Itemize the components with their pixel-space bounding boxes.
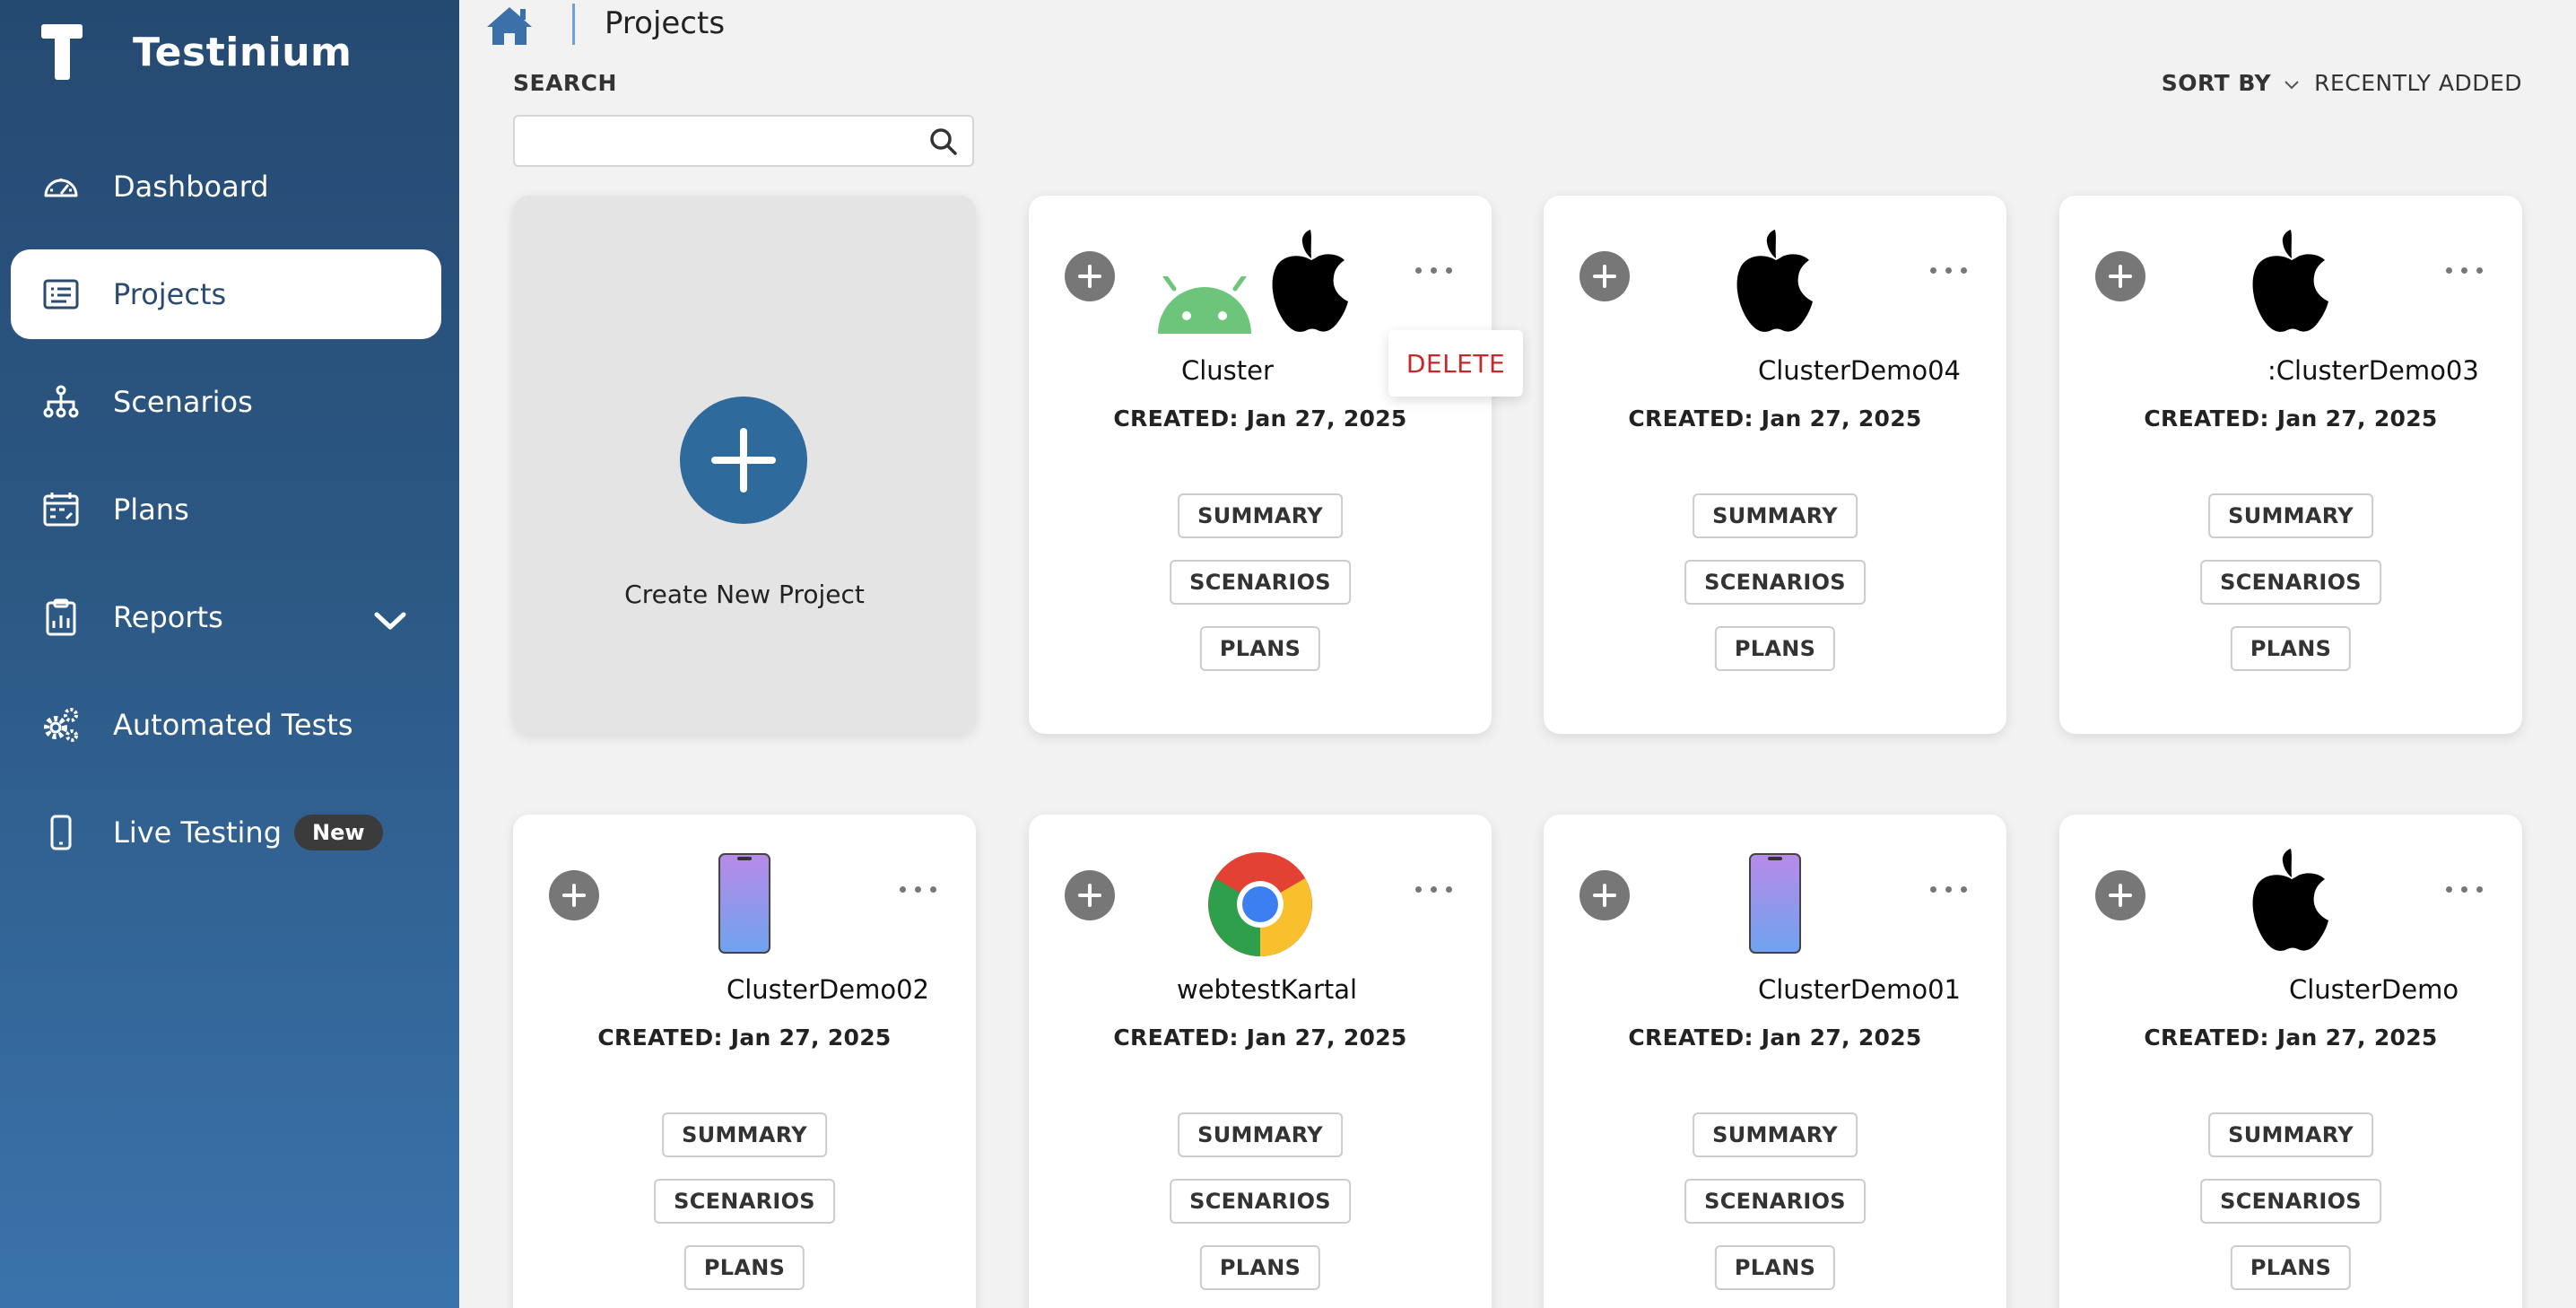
summary-button[interactable]: SUMMARY <box>1693 1112 1858 1157</box>
chevron-down-icon[interactable] <box>373 605 407 639</box>
sidebar-item-label: Reports <box>113 600 223 634</box>
dashboard-icon <box>41 167 81 206</box>
plans-button[interactable]: PLANS <box>683 1245 805 1290</box>
scenarios-button[interactable]: SCENARIOS <box>1684 560 1866 605</box>
scenarios-button[interactable]: SCENARIOS <box>2200 1179 2381 1224</box>
brand-name: Testinium <box>133 29 352 75</box>
platform-icons <box>1544 849 2006 955</box>
projects-icon <box>41 275 81 314</box>
sidebar-item-label: Dashboard <box>113 170 269 204</box>
plans-button[interactable]: PLANS <box>2230 1245 2352 1290</box>
scenarios-button[interactable]: SCENARIOS <box>654 1179 835 1224</box>
brand[interactable]: Testinium <box>41 23 352 81</box>
scenarios-button[interactable]: SCENARIOS <box>1170 560 1351 605</box>
platform-icons <box>1544 230 2006 336</box>
testinium-logo <box>41 24 83 80</box>
sidebar-item-plans[interactable]: Plans <box>11 465 441 554</box>
reports-icon <box>41 597 81 637</box>
apple-icon <box>2248 230 2336 337</box>
project-name[interactable]: :ClusterDemo03 <box>2267 355 2576 386</box>
sort-control[interactable]: SORT BY RECENTLY ADDED <box>2162 70 2522 96</box>
phone-device-icon <box>718 852 771 958</box>
plans-button[interactable]: PLANS <box>2230 626 2352 671</box>
sidebar-item-automated-tests[interactable]: Automated Tests <box>11 680 441 770</box>
project-card: ClusterDemo CREATED: Jan 27, 2025 SUMMAR… <box>2059 815 2522 1308</box>
sidebar: Testinium Dashboard Projects Scenarios P… <box>0 0 459 1308</box>
plus-icon[interactable] <box>680 397 807 524</box>
sidebar-item-scenarios[interactable]: Scenarios <box>11 357 441 447</box>
summary-button[interactable]: SUMMARY <box>1178 1112 1343 1157</box>
plans-button[interactable]: PLANS <box>1199 626 1321 671</box>
project-card: ClusterDemo04 CREATED: Jan 27, 2025 SUMM… <box>1544 196 2006 734</box>
project-card: Cluster CREATED: Jan 27, 2025 SUMMARY SC… <box>1029 196 1492 734</box>
summary-button[interactable]: SUMMARY <box>2208 493 2373 538</box>
sidebar-item-label: Plans <box>113 493 189 527</box>
android-icon <box>1154 274 1255 339</box>
scenarios-icon <box>41 382 81 422</box>
apple-icon <box>1267 230 1355 337</box>
project-card: :ClusterDemo03 CREATED: Jan 27, 2025 SUM… <box>2059 196 2522 734</box>
gears-icon <box>41 705 81 745</box>
sidebar-item-label: Projects <box>113 277 227 311</box>
platform-icons <box>1029 849 1492 956</box>
phone-icon <box>41 813 81 852</box>
page-title: Projects <box>605 5 726 41</box>
chrome-icon <box>1206 850 1314 962</box>
platform-icons <box>2059 230 2522 336</box>
project-created-date: CREATED: Jan 27, 2025 <box>1628 405 1922 432</box>
project-name[interactable]: ClusterDemo <box>2289 974 2576 1005</box>
home-icon[interactable] <box>484 4 535 48</box>
project-created-date: CREATED: Jan 27, 2025 <box>2144 405 2438 432</box>
project-created-date: CREATED: Jan 27, 2025 <box>1628 1025 1922 1051</box>
search-field <box>513 115 974 167</box>
header-divider <box>572 4 575 45</box>
project-card: webtestKartal CREATED: Jan 27, 2025 SUMM… <box>1029 815 1492 1308</box>
sidebar-item-dashboard[interactable]: Dashboard <box>11 142 441 231</box>
search-label: SEARCH <box>513 70 617 96</box>
platform-icons <box>513 849 976 955</box>
project-created-date: CREATED: Jan 27, 2025 <box>1113 1025 1407 1051</box>
chevron-down-icon[interactable] <box>2284 70 2300 96</box>
sidebar-item-label: Scenarios <box>113 385 253 419</box>
sidebar-item-label: Automated Tests <box>113 708 353 742</box>
delete-menu-item[interactable]: DELETE <box>1388 330 1523 397</box>
summary-button[interactable]: SUMMARY <box>1178 493 1343 538</box>
summary-button[interactable]: SUMMARY <box>662 1112 827 1157</box>
sort-value[interactable]: RECENTLY ADDED <box>2314 70 2522 96</box>
apple-icon <box>1732 230 1820 337</box>
plans-icon <box>41 490 81 529</box>
platform-icons <box>2059 849 2522 955</box>
plans-button[interactable]: PLANS <box>1199 1245 1321 1290</box>
create-project-card[interactable]: Create New Project <box>513 196 976 734</box>
platform-icons <box>1029 230 1492 336</box>
project-card: ClusterDemo02 CREATED: Jan 27, 2025 SUMM… <box>513 815 976 1308</box>
search-input[interactable] <box>515 117 909 165</box>
project-created-date: CREATED: Jan 27, 2025 <box>1113 405 1407 432</box>
plans-button[interactable]: PLANS <box>1714 626 1836 671</box>
sidebar-item-reports[interactable]: Reports <box>11 572 441 662</box>
scenarios-button[interactable]: SCENARIOS <box>2200 560 2381 605</box>
phone-device-icon <box>1748 852 1802 958</box>
apple-icon <box>2248 849 2336 956</box>
sidebar-item-live-testing[interactable]: Live Testing New <box>11 788 441 877</box>
project-card: ClusterDemo01 CREATED: Jan 27, 2025 SUMM… <box>1544 815 2006 1308</box>
scenarios-button[interactable]: SCENARIOS <box>1684 1179 1866 1224</box>
sidebar-item-label: Live Testing <box>113 815 283 850</box>
scenarios-button[interactable]: SCENARIOS <box>1170 1179 1351 1224</box>
project-created-date: CREATED: Jan 27, 2025 <box>2144 1025 2438 1051</box>
create-project-label: Create New Project <box>624 580 865 609</box>
new-badge: New <box>294 815 383 850</box>
sort-label: SORT BY <box>2161 70 2272 96</box>
plans-button[interactable]: PLANS <box>1714 1245 1836 1290</box>
project-created-date: CREATED: Jan 27, 2025 <box>597 1025 892 1051</box>
summary-button[interactable]: SUMMARY <box>1693 493 1858 538</box>
summary-button[interactable]: SUMMARY <box>2208 1112 2373 1157</box>
sidebar-item-projects[interactable]: Projects <box>11 249 441 339</box>
search-icon[interactable] <box>929 127 958 156</box>
